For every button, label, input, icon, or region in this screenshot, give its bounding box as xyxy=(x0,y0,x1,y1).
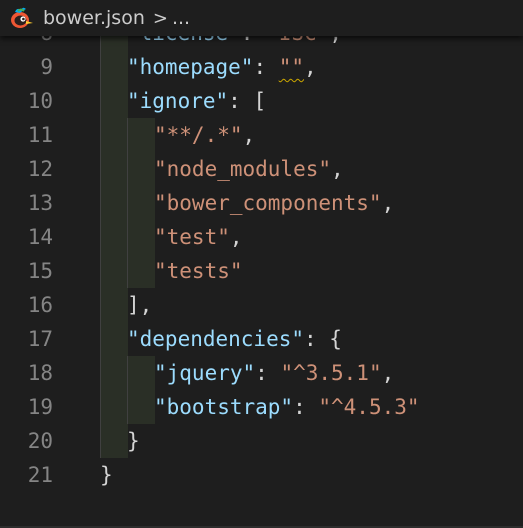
line-number: 13 xyxy=(27,191,53,215)
code-editor[interactable]: bower.json > ... 7],8"license": "ISC",9"… xyxy=(0,0,523,528)
punctuation-token: : xyxy=(293,395,319,419)
line-number: 20 xyxy=(27,429,53,453)
string-token: "test" xyxy=(154,225,230,249)
indent-guide xyxy=(127,390,155,424)
line-number: 10 xyxy=(27,89,53,113)
code-line[interactable]: 20} xyxy=(0,424,523,458)
string-token-warning: "" xyxy=(278,55,305,79)
code-text[interactable]: "dependencies": { xyxy=(127,322,342,356)
punctuation-token: : xyxy=(255,361,281,385)
key-token: "bootstrap" xyxy=(154,395,294,419)
line-number: 17 xyxy=(27,327,53,351)
indent-guide xyxy=(127,254,155,288)
code-line[interactable]: 19 "bootstrap": "^4.5.3" xyxy=(0,390,523,424)
code-line[interactable]: 17 "dependencies": { xyxy=(0,322,523,356)
code-text[interactable]: ], xyxy=(127,288,152,322)
indent-guide xyxy=(100,356,128,390)
punctuation-token: : xyxy=(253,55,279,79)
code-text[interactable]: "**/.*", xyxy=(154,118,255,152)
string-token: "^3.5.1" xyxy=(280,361,382,385)
punctuation-token: } xyxy=(127,429,140,453)
indent-guide xyxy=(100,322,128,356)
code-line[interactable]: 14 "test", xyxy=(0,220,523,254)
string-token: "tests" xyxy=(154,259,243,283)
punctuation-token: : [ xyxy=(228,89,267,113)
code-line[interactable]: 9 "homepage": "", xyxy=(0,50,523,84)
key-token: "jquery" xyxy=(154,361,256,385)
code-text[interactable]: "ignore": [ xyxy=(127,84,266,118)
code-text[interactable]: "bootstrap": "^4.5.3" xyxy=(154,390,420,424)
code-line[interactable]: 16], xyxy=(0,288,523,322)
code-text[interactable]: "tests" xyxy=(154,254,243,288)
punctuation-token: , xyxy=(242,123,256,147)
punctuation-token: , xyxy=(381,361,395,385)
string-token: "**/.*" xyxy=(154,123,243,147)
line-number: 12 xyxy=(27,157,53,181)
punctuation-token: , xyxy=(331,157,344,181)
code-line[interactable]: 15 "tests" xyxy=(0,254,523,288)
line-number: 19 xyxy=(27,395,53,419)
indent-guide xyxy=(127,220,155,254)
indent-guide xyxy=(127,118,155,152)
indent-guide xyxy=(100,220,128,254)
bower-bird-icon xyxy=(11,7,33,28)
indent-guide xyxy=(100,84,128,118)
punctuation-token: ], xyxy=(127,293,153,317)
indent-guide xyxy=(100,186,128,220)
line-number: 21 xyxy=(27,463,53,487)
code-text[interactable]: "test", xyxy=(154,220,243,254)
code-line[interactable]: 12 "node_modules", xyxy=(0,152,523,186)
code-lines[interactable]: 7],8"license": "ISC",9"homepage": "",10"… xyxy=(0,0,523,492)
indent-guide xyxy=(127,186,155,220)
code-line[interactable]: 10 "ignore": [ xyxy=(0,84,523,118)
breadcrumb-more[interactable]: ... xyxy=(172,7,190,29)
breadcrumb-file-name[interactable]: bower.json xyxy=(43,7,145,29)
line-number: 9 xyxy=(40,55,53,79)
key-token: "ignore" xyxy=(127,89,229,113)
code-line[interactable]: 18 "jquery": "^3.5.1", xyxy=(0,356,523,390)
code-text[interactable]: "jquery": "^3.5.1", xyxy=(154,356,394,390)
code-text[interactable]: } xyxy=(127,424,140,458)
punctuation-token: , xyxy=(304,55,317,79)
string-token: "bower_components" xyxy=(154,191,382,215)
indent-guide xyxy=(100,152,128,186)
string-token: "^4.5.3" xyxy=(318,395,420,419)
punctuation-token: , xyxy=(229,225,243,249)
code-text[interactable]: "homepage": "", xyxy=(127,50,317,84)
punctuation-token: : { xyxy=(304,327,342,351)
chevron-right-icon: > xyxy=(152,7,168,29)
code-line[interactable]: 11 "**/.*", xyxy=(0,118,523,152)
punctuation-token: } xyxy=(100,463,113,487)
indent-guide xyxy=(127,356,155,390)
code-text[interactable]: "bower_components", xyxy=(154,186,394,220)
indent-guide xyxy=(100,390,128,424)
string-token: "node_modules" xyxy=(154,157,332,181)
line-number: 16 xyxy=(27,293,53,317)
indent-guide xyxy=(100,50,128,84)
indent-guide xyxy=(127,152,155,186)
indent-guide xyxy=(100,288,128,322)
line-number: 15 xyxy=(27,259,53,283)
code-line[interactable]: 21} xyxy=(0,458,523,492)
punctuation-token: , xyxy=(381,191,395,215)
key-token: "dependencies" xyxy=(127,327,305,351)
code-text[interactable]: } xyxy=(100,458,113,492)
indent-guide xyxy=(100,424,128,458)
key-token: "homepage" xyxy=(127,55,254,79)
code-line[interactable]: 13 "bower_components", xyxy=(0,186,523,220)
line-number: 18 xyxy=(27,361,53,385)
indent-guide xyxy=(100,118,128,152)
code-text[interactable]: "node_modules", xyxy=(154,152,344,186)
indent-guide xyxy=(100,254,128,288)
line-number: 11 xyxy=(27,123,53,147)
breadcrumb: bower.json > ... xyxy=(0,0,523,36)
line-number: 14 xyxy=(27,225,53,249)
